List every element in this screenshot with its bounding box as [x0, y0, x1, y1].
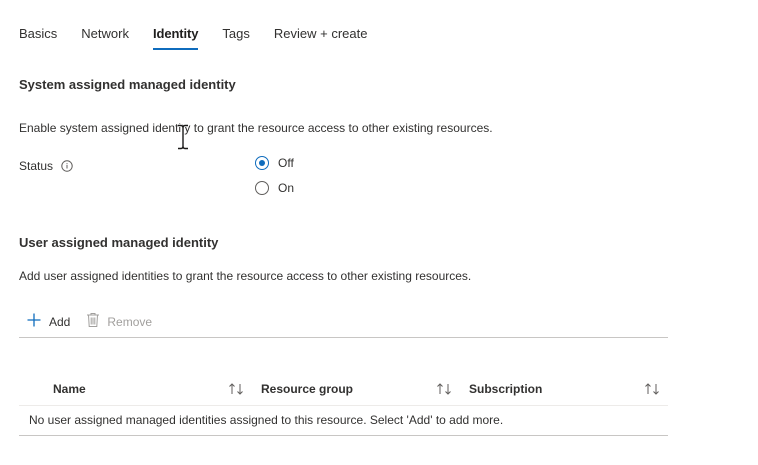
- sort-icon[interactable]: [644, 382, 660, 399]
- radio-off-circle[interactable]: [255, 156, 269, 170]
- remove-button-label: Remove: [107, 314, 153, 329]
- status-label-text: Status: [19, 159, 54, 173]
- info-icon[interactable]: [61, 160, 73, 172]
- tab-bar: Basics Network Identity Tags Review + cr…: [19, 26, 391, 50]
- sort-icon[interactable]: [436, 382, 452, 399]
- status-radio-off[interactable]: Off: [255, 156, 294, 170]
- add-button[interactable]: Add: [26, 312, 70, 331]
- remove-button[interactable]: Remove: [86, 312, 152, 331]
- radio-on-circle[interactable]: [255, 181, 269, 195]
- column-header-subscription[interactable]: Subscription: [469, 382, 542, 396]
- table-bottom-divider: [19, 435, 668, 436]
- user-identity-description: Add user assigned identities to grant th…: [19, 269, 472, 283]
- sort-icon[interactable]: [228, 382, 244, 399]
- tab-review-create[interactable]: Review + create: [274, 26, 368, 50]
- table-header-divider: [19, 405, 668, 406]
- tab-basics[interactable]: Basics: [19, 26, 57, 50]
- tab-tags[interactable]: Tags: [222, 26, 249, 50]
- radio-on-label: On: [278, 181, 295, 195]
- trash-icon: [86, 312, 100, 331]
- add-button-label: Add: [49, 314, 71, 329]
- radio-off-label: Off: [278, 156, 294, 170]
- text-cursor-icon: [177, 124, 189, 153]
- column-header-name[interactable]: Name: [53, 382, 86, 396]
- table-empty-message: No user assigned managed identities assi…: [29, 413, 504, 427]
- system-identity-description: Enable system assigned identity to grant…: [19, 121, 493, 135]
- status-label: Status: [19, 159, 73, 173]
- status-radio-on[interactable]: On: [255, 181, 294, 195]
- identity-toolbar: Add Remove: [26, 312, 168, 331]
- tab-identity[interactable]: Identity: [152, 26, 199, 50]
- add-icon: [26, 312, 42, 331]
- system-identity-heading: System assigned managed identity: [19, 77, 236, 92]
- tab-network[interactable]: Network: [81, 26, 129, 50]
- column-header-resource-group[interactable]: Resource group: [261, 382, 353, 396]
- toolbar-divider: [19, 337, 668, 338]
- user-identity-heading: User assigned managed identity: [19, 235, 219, 250]
